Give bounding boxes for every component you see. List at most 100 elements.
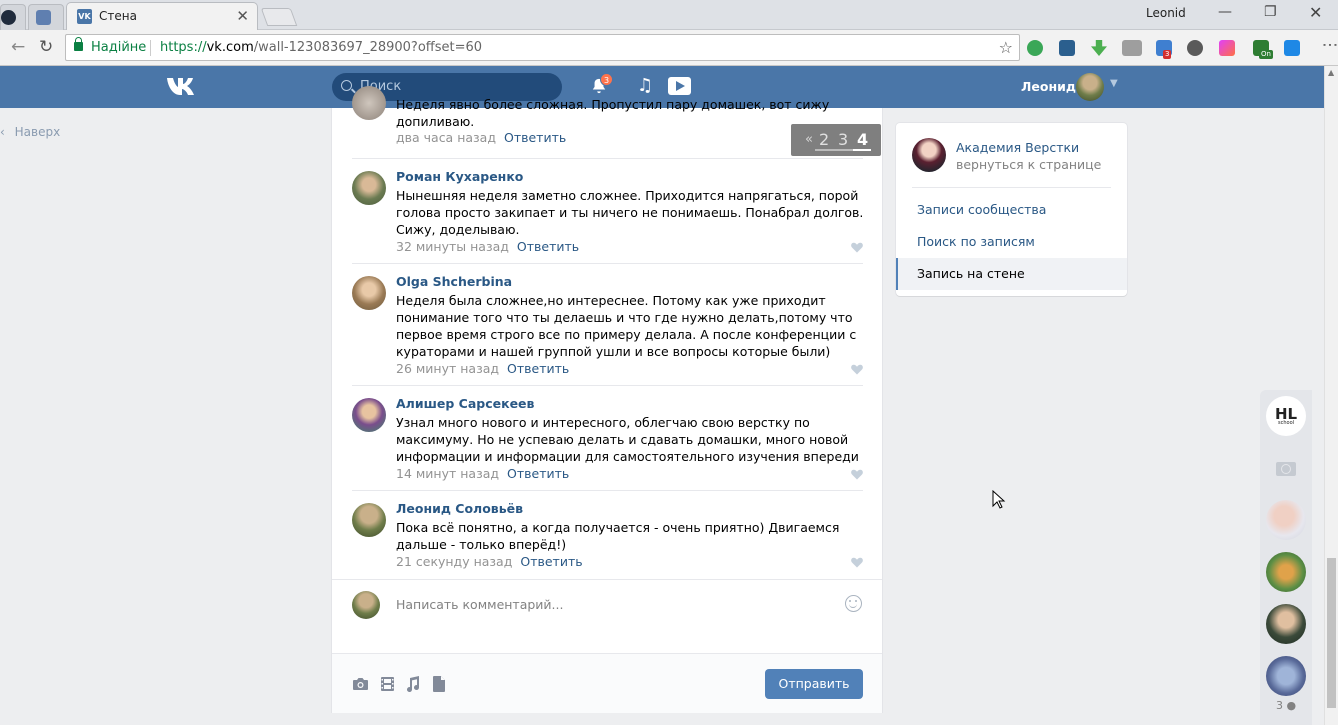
video-film-icon[interactable] (379, 676, 396, 692)
page-link[interactable]: 3 (838, 130, 848, 149)
reply-link[interactable]: Ответить (504, 130, 566, 145)
url-path: /wall-123083697_28900?offset=60 (253, 40, 483, 55)
chat-friend-avatar[interactable] (1266, 604, 1306, 644)
minimize-icon[interactable]: — (1218, 4, 1232, 20)
hl-school-chat[interactable]: HL school (1266, 396, 1306, 436)
comment-time[interactable]: 26 минут назад (396, 361, 499, 376)
like-heart-icon[interactable] (851, 242, 863, 253)
comment-input[interactable]: Написать комментарий... (396, 597, 563, 612)
emoji-smile-icon[interactable] (845, 595, 862, 612)
page-link[interactable]: 2 (819, 130, 829, 149)
like-heart-icon[interactable] (851, 469, 863, 480)
like-heart-icon[interactable] (851, 557, 863, 568)
header-user-avatar[interactable] (1076, 73, 1104, 101)
comments-card: Неделя явно более сложная. Пропустил пар… (331, 86, 883, 713)
sidebar-item-community-posts[interactable]: Записи сообщества (896, 194, 1127, 226)
tab-title: Стена (99, 9, 137, 23)
comment-author[interactable]: Роман Кухаренко (396, 169, 523, 184)
vk-logo-icon (167, 78, 194, 95)
close-tab-icon[interactable]: ✕ (236, 7, 249, 25)
scroll-to-top[interactable]: ‹ Наверх (0, 125, 60, 139)
group-name[interactable]: Академия Верстки (956, 140, 1079, 155)
extension-icon[interactable] (1059, 40, 1075, 56)
video-icon[interactable] (668, 77, 691, 95)
comment-time[interactable]: 32 минуты назад (396, 239, 509, 254)
comment-avatar[interactable] (352, 171, 386, 205)
comment-time[interactable]: два часа назад (396, 130, 496, 145)
comment-meta: 21 секунду назад Ответить (396, 554, 583, 569)
extension-icon[interactable] (1187, 40, 1203, 56)
reload-icon[interactable]: ↻ (39, 37, 53, 57)
new-tab-button[interactable] (260, 8, 298, 26)
browser-menu-icon[interactable]: ⋮ (1320, 37, 1338, 53)
comment-meta: 32 минуты назад Ответить (396, 239, 579, 254)
divider (912, 187, 1111, 188)
chat-dock: HL school 3 ● (1260, 390, 1312, 725)
extension-icon[interactable] (1284, 40, 1300, 56)
my-avatar[interactable] (352, 591, 380, 619)
chat-friend-avatar[interactable] (1266, 552, 1306, 592)
comment-author[interactable]: Olga Shcherbina (396, 274, 512, 289)
audio-note-icon[interactable] (404, 676, 421, 692)
vk-favicon-icon: VK (77, 9, 92, 24)
extension-icon[interactable] (1219, 40, 1235, 56)
document-icon[interactable] (431, 676, 448, 692)
back-to-page-link[interactable]: вернуться к странице (956, 157, 1101, 172)
comment-avatar[interactable] (352, 503, 386, 537)
comment-item: Olga Shcherbina Неделя была сложнее,но и… (352, 274, 863, 386)
online-count[interactable]: 3 ● (1276, 699, 1296, 712)
comment-avatar[interactable] (352, 398, 386, 432)
search-icon (341, 80, 352, 91)
scroll-thumb[interactable] (1327, 558, 1336, 708)
chat-friend-avatar[interactable] (1266, 656, 1306, 696)
comment-author[interactable]: Алишер Сарсекеев (396, 396, 534, 411)
browser-toolbar: ← ↻ Надійне https://vk.com/wall-12308369… (0, 30, 1338, 66)
url-text[interactable]: https://vk.com/wall-123083697_28900?offs… (160, 40, 482, 55)
page-prev-icon[interactable]: « (805, 132, 813, 147)
chevron-down-icon[interactable]: ▼ (1110, 78, 1118, 89)
reply-link[interactable]: Ответить (507, 466, 569, 481)
send-button[interactable]: Отправить (765, 669, 863, 699)
pinned-tab[interactable] (28, 4, 64, 30)
header-user-name[interactable]: Леонид (1021, 79, 1076, 94)
restore-icon[interactable]: ❐ (1264, 4, 1277, 20)
bookmark-star-icon[interactable]: ☆ (999, 38, 1013, 57)
window-user[interactable]: Leonid (1146, 6, 1186, 20)
music-icon[interactable]: ♫ (637, 76, 653, 96)
comment-time[interactable]: 21 секунду назад (396, 554, 512, 569)
comment-time[interactable]: 14 минут назад (396, 466, 499, 481)
reply-link[interactable]: Ответить (517, 239, 579, 254)
comment-author[interactable]: Леонид Соловьёв (396, 501, 523, 516)
sidebar-item-search-posts[interactable]: Поиск по записям (896, 226, 1127, 258)
download-extension-icon[interactable] (1091, 40, 1107, 56)
chat-friend-avatar[interactable] (1266, 500, 1306, 540)
like-heart-icon[interactable] (851, 364, 863, 375)
new-comment-area: Написать комментарий... (332, 579, 882, 653)
comment-avatar[interactable] (352, 276, 386, 310)
scroll-up-arrow-icon[interactable]: ▲ (1328, 68, 1334, 77)
reply-link[interactable]: Ответить (507, 361, 569, 376)
camera-icon[interactable] (352, 676, 369, 692)
extension-icon[interactable] (1122, 40, 1142, 56)
sidebar-item-wall-post[interactable]: Запись на стене (896, 258, 1127, 290)
comment-text: Пока всё понятно, а когда получается - о… (396, 520, 840, 552)
mouse-cursor-icon (992, 490, 1006, 509)
lock-icon (74, 37, 83, 51)
camera-icon[interactable] (1266, 448, 1306, 488)
vk-logo[interactable] (166, 76, 202, 98)
back-icon[interactable]: ← (11, 37, 25, 57)
comment-avatar[interactable] (352, 86, 386, 120)
pinned-tab[interactable] (0, 4, 26, 30)
page-scrollbar[interactable]: ▲ (1324, 66, 1338, 725)
notifications-badge: 3 (600, 73, 613, 86)
reply-link[interactable]: Ответить (520, 554, 582, 569)
address-bar[interactable]: Надійне https://vk.com/wall-123083697_28… (65, 34, 1020, 61)
comment-item: Неделя явно более сложная. Пропустил пар… (352, 86, 863, 159)
active-tab[interactable]: VK Стена ✕ (66, 2, 258, 30)
divider (150, 40, 151, 56)
online-count-value: 3 (1276, 699, 1283, 712)
group-avatar[interactable] (912, 138, 946, 172)
right-sidebar: Академия Верстки вернуться к странице За… (896, 123, 1127, 296)
extension-icon[interactable] (1027, 40, 1043, 56)
close-window-icon[interactable]: ✕ (1309, 3, 1322, 22)
